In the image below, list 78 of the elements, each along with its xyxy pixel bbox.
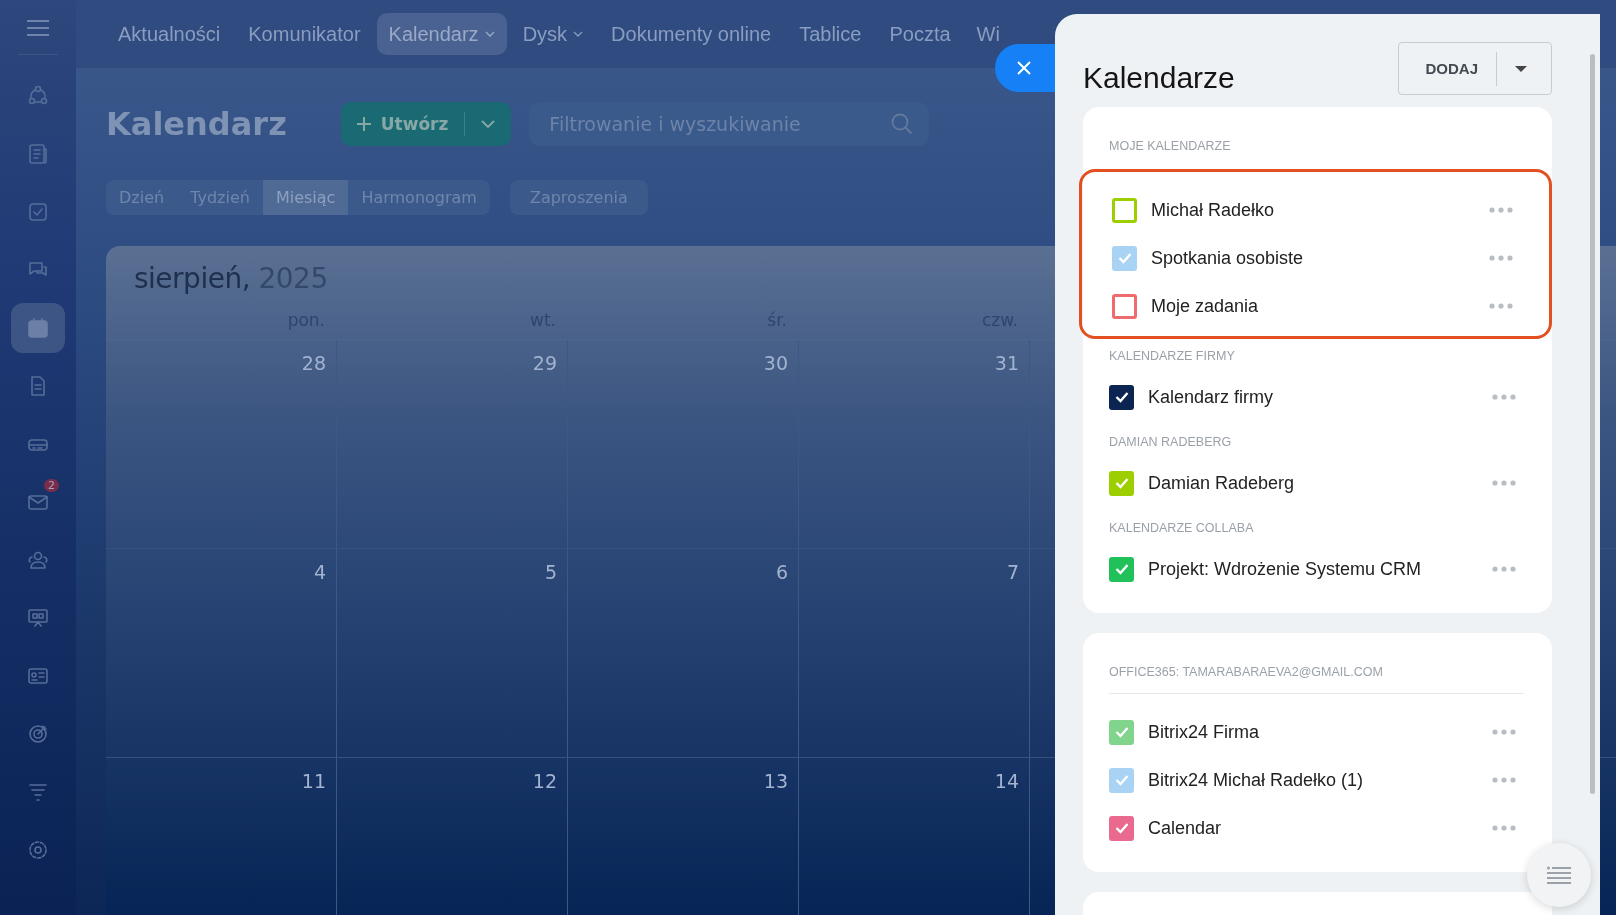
nav-tab[interactable]: Dokumenty online (599, 13, 784, 55)
day-number[interactable]: 6 (775, 561, 788, 583)
target-icon (26, 722, 50, 746)
create-button[interactable]: Utwórz (340, 102, 512, 146)
calendar-checkbox[interactable] (1112, 197, 1137, 223)
presentation-board-icon (26, 606, 50, 630)
day-number[interactable]: 7 (1006, 561, 1019, 583)
page-title: Kalendarz (106, 105, 287, 143)
chevron-down-icon[interactable] (481, 120, 496, 128)
calendar-checkbox[interactable] (1109, 556, 1134, 582)
checkmark-icon (1114, 774, 1129, 786)
checkmark-icon (1114, 391, 1129, 403)
calendar-name[interactable]: Bitrix24 Michał Radełko (1) (1148, 769, 1478, 791)
calendar-checkbox[interactable] (1112, 293, 1137, 319)
calendar-name[interactable]: Michał Radełko (1151, 199, 1475, 221)
section-heading: KALENDARZE FIRMY (1109, 348, 1236, 365)
more-icon[interactable] (1489, 255, 1513, 261)
calendar-name[interactable]: Spotkania osobiste (1151, 247, 1475, 269)
day-number[interactable]: 30 (763, 352, 788, 374)
section-heading: KALENDARZE COLLABA (1109, 520, 1255, 537)
checkmark-icon (1114, 726, 1129, 738)
panel-title: Kalendarze (1083, 60, 1235, 95)
checkmark-icon (1114, 563, 1129, 575)
nav-tab[interactable]: Kalendarz (376, 13, 507, 55)
nav-tab[interactable]: Wi (966, 24, 1000, 44)
caret-down-icon[interactable] (1515, 65, 1527, 72)
day-number[interactable]: 12 (532, 770, 557, 792)
newspaper-icon (26, 142, 50, 166)
menu-icon[interactable] (27, 20, 49, 36)
nav-tab[interactable]: Poczta (877, 13, 963, 55)
unread-badge: 2 (44, 479, 59, 492)
calendar-name[interactable]: Damian Radeberg (1148, 472, 1478, 494)
sidebar-item[interactable]: 2 (11, 477, 65, 527)
calendar-name[interactable]: Bitrix24 Firma (1148, 721, 1478, 743)
sidebar-item[interactable] (11, 303, 65, 353)
calendar-name[interactable]: Moje zadania (1151, 295, 1475, 317)
checkbox-icon (26, 200, 50, 224)
day-number[interactable]: 4 (313, 561, 326, 583)
calendar-name[interactable]: Projekt: Wdrożenie Systemu CRM (1148, 558, 1478, 580)
section-heading: DAMIAN RADEBERG (1109, 434, 1233, 451)
section-heading: MOJE KALENDARZE (1109, 138, 1232, 155)
nav-tab[interactable]: Dysk (510, 13, 596, 55)
list-icon (1547, 866, 1571, 884)
view-tab[interactable]: Miesiąc (262, 180, 349, 215)
calendar-checkbox[interactable] (1109, 384, 1134, 410)
search-icon (891, 113, 914, 135)
nav-tab[interactable]: Aktualności (106, 13, 233, 55)
calendar-name[interactable]: Kalendarz firmy (1148, 386, 1478, 408)
more-icon[interactable] (1492, 777, 1516, 783)
calendar-checkbox[interactable] (1109, 815, 1134, 841)
more-icon[interactable] (1489, 207, 1513, 213)
day-number[interactable]: 11 (301, 770, 326, 792)
day-number[interactable]: 14 (994, 770, 1019, 792)
close-icon (1017, 61, 1031, 75)
add-button[interactable]: DODAJ (1398, 42, 1552, 95)
more-icon[interactable] (1492, 825, 1516, 831)
day-number[interactable]: 29 (532, 352, 557, 374)
more-icon[interactable] (1492, 394, 1516, 400)
checkmark-icon (1114, 822, 1129, 834)
calendar-name[interactable]: Calendar (1148, 817, 1478, 839)
day-number[interactable]: 5 (544, 561, 557, 583)
settings-icon (26, 838, 50, 862)
checkmark-icon (1114, 477, 1129, 489)
more-icon[interactable] (1492, 566, 1516, 572)
day-number[interactable]: 28 (301, 352, 326, 374)
nav-tab[interactable]: Komunikator (236, 13, 373, 55)
more-icon[interactable] (1492, 729, 1516, 735)
more-icon[interactable] (1489, 303, 1513, 309)
nav-tab[interactable]: Tablice (787, 13, 874, 55)
day-number[interactable]: 31 (994, 352, 1019, 374)
checkmark-icon (1117, 252, 1132, 264)
section-heading: OFFICE365: TAMARABARAEVA2@GMAIL.COM (1109, 655, 1524, 694)
more-icon[interactable] (1492, 480, 1516, 486)
close-button[interactable] (995, 44, 1055, 92)
plus-icon (356, 117, 371, 131)
day-number[interactable]: 13 (763, 770, 788, 792)
calendar-checkbox[interactable] (1109, 470, 1134, 496)
calendar-icon (26, 316, 50, 340)
